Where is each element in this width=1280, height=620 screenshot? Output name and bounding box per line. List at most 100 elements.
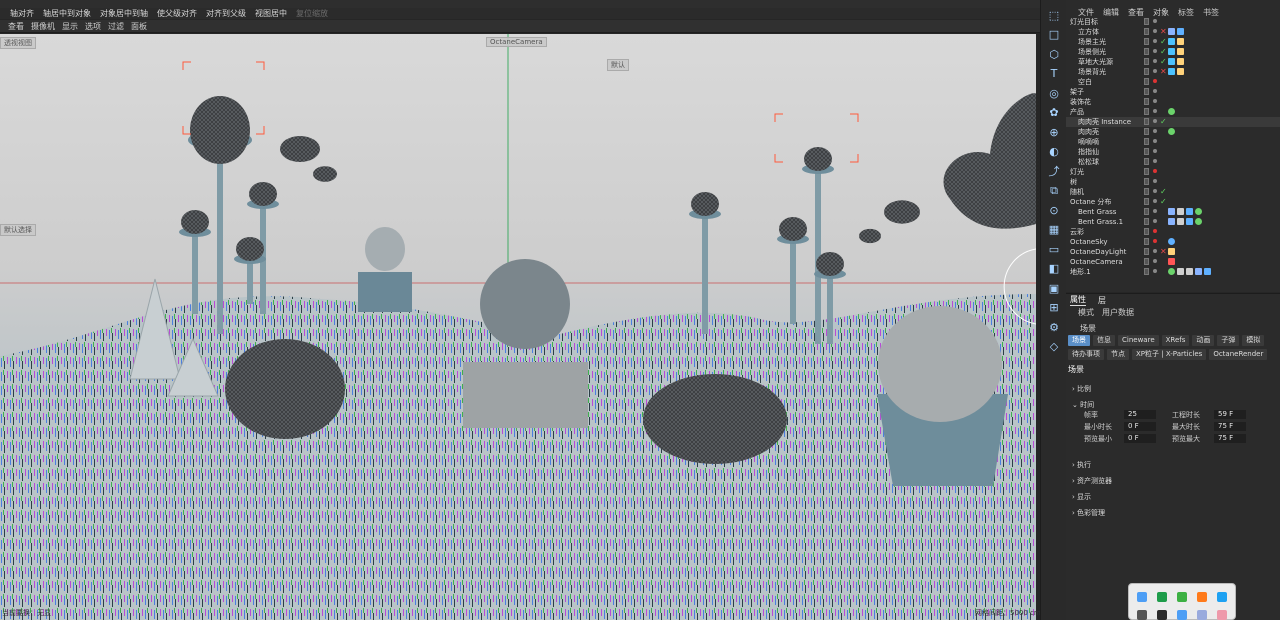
enable-check[interactable]: ✕	[1160, 27, 1167, 37]
cube-tag-icon[interactable]	[1186, 208, 1193, 215]
wechat-icon[interactable]	[1177, 592, 1187, 602]
time-value-field[interactable]: 0 F	[1124, 422, 1156, 431]
sphere-tag-icon[interactable]	[1168, 268, 1175, 275]
status-dot[interactable]	[1153, 239, 1157, 243]
viewport-menu-3[interactable]: 选项	[85, 21, 101, 32]
prism-icon[interactable]: ⬡	[1047, 47, 1061, 61]
object-row[interactable]: 空白	[1066, 77, 1280, 87]
status-dot[interactable]	[1153, 59, 1157, 63]
time-value-field[interactable]: 25	[1124, 410, 1156, 419]
light-tag-icon[interactable]	[1177, 38, 1184, 45]
visibility-toggle[interactable]	[1144, 98, 1149, 105]
text-icon[interactable]: T	[1047, 67, 1061, 81]
om-menu-5[interactable]: 书签	[1203, 7, 1219, 17]
status-dot[interactable]	[1153, 89, 1157, 93]
toolbar-item-0[interactable]: 轴对齐	[10, 8, 34, 19]
visibility-toggle[interactable]	[1144, 48, 1149, 55]
enable-check[interactable]: ✕	[1160, 67, 1167, 77]
sphere-tag-icon[interactable]	[1195, 208, 1202, 215]
bluetooth-icon[interactable]	[1177, 610, 1187, 620]
cube-tag-icon[interactable]	[1177, 28, 1184, 35]
film-icon[interactable]: ▦	[1047, 223, 1061, 237]
visibility-toggle[interactable]	[1144, 118, 1149, 125]
sphere-tag-icon[interactable]	[1168, 108, 1175, 115]
uv-tag-icon[interactable]	[1168, 28, 1175, 35]
tri-tag-icon[interactable]	[1186, 268, 1193, 275]
object-row[interactable]: Octane 分布 ✓	[1066, 197, 1280, 207]
visibility-toggle[interactable]	[1144, 248, 1149, 255]
pen-icon[interactable]	[1217, 610, 1227, 620]
status-dot[interactable]	[1153, 169, 1157, 173]
sun-tag-icon[interactable]	[1168, 248, 1175, 255]
firefox-icon[interactable]	[1197, 592, 1207, 602]
status-dot[interactable]	[1153, 119, 1157, 123]
tri-tag-icon[interactable]	[1177, 208, 1184, 215]
light-tag-icon[interactable]	[1177, 68, 1184, 75]
status-dot[interactable]	[1153, 229, 1157, 233]
viewport-menu-1[interactable]: 摄像机	[31, 21, 55, 32]
status-dot[interactable]	[1153, 79, 1157, 83]
visibility-toggle[interactable]	[1144, 208, 1149, 215]
object-row[interactable]: OctaneSky	[1066, 237, 1280, 247]
group-4[interactable]: › 显示	[1072, 492, 1091, 502]
object-row[interactable]: Bent Grass.1	[1066, 217, 1280, 227]
object-row[interactable]: 灯光	[1066, 167, 1280, 177]
edge-icon[interactable]	[1217, 592, 1227, 602]
enable-check[interactable]: ✓	[1160, 117, 1167, 127]
status-dot[interactable]	[1153, 19, 1157, 23]
object-row[interactable]: 肉肉壳	[1066, 127, 1280, 137]
object-row[interactable]: 草地大光源 ✓	[1066, 57, 1280, 67]
attr-subtab-0[interactable]: 模式	[1078, 307, 1094, 318]
object-row[interactable]: OctaneDayLight ✕	[1066, 247, 1280, 257]
time-value-field[interactable]: 0 F	[1124, 434, 1156, 443]
status-dot[interactable]	[1153, 49, 1157, 53]
target-tag-icon[interactable]	[1168, 68, 1175, 75]
status-dot[interactable]	[1153, 259, 1157, 263]
enable-check[interactable]: ✓	[1160, 197, 1167, 207]
scene-tab-5[interactable]: 子弹	[1217, 335, 1240, 346]
status-dot[interactable]	[1153, 139, 1157, 143]
enable-check[interactable]: ✕	[1160, 247, 1167, 257]
status-dot[interactable]	[1153, 219, 1157, 223]
group-0[interactable]: › 比例	[1072, 384, 1091, 394]
om-menu-4[interactable]: 标签	[1178, 7, 1194, 17]
viewport-menu-5[interactable]: 面板	[131, 21, 147, 32]
status-dot[interactable]	[1153, 209, 1157, 213]
status-dot[interactable]	[1153, 39, 1157, 43]
attr-tab-1[interactable]: 层	[1098, 295, 1106, 306]
sphere-tag-icon[interactable]	[1195, 218, 1202, 225]
toolbar-item-6[interactable]: 复位缩放	[296, 8, 328, 19]
status-dot[interactable]	[1153, 189, 1157, 193]
toolbar-item-2[interactable]: 对象居中到轴	[100, 8, 148, 19]
visibility-toggle[interactable]	[1144, 178, 1149, 185]
attr-tab-0[interactable]: 属性	[1070, 294, 1086, 306]
attr-subtab-1[interactable]: 用户数据	[1102, 307, 1134, 318]
object-row[interactable]: 灯光目标	[1066, 17, 1280, 27]
scene-tab-1[interactable]: 信息	[1093, 335, 1115, 346]
time-value-field[interactable]: 59 F	[1214, 410, 1246, 419]
status-dot[interactable]	[1153, 159, 1157, 163]
deformer-icon[interactable]: ⊕	[1047, 125, 1061, 139]
object-row[interactable]: 场景背光 ✕	[1066, 67, 1280, 77]
cube-tag-icon[interactable]	[1186, 218, 1193, 225]
shell-icon[interactable]	[1137, 610, 1147, 620]
visibility-toggle[interactable]	[1144, 108, 1149, 115]
uv-tag-icon[interactable]	[1168, 208, 1175, 215]
light-tag-icon[interactable]	[1177, 48, 1184, 55]
scene-tab-3[interactable]: XRefs	[1161, 335, 1190, 346]
visibility-toggle[interactable]	[1144, 88, 1149, 95]
object-row[interactable]: 架子	[1066, 87, 1280, 97]
om-menu-3[interactable]: 对象	[1153, 7, 1169, 17]
group-1[interactable]: ⌄ 时间	[1072, 400, 1094, 410]
scene-tab-0[interactable]: 场景	[1068, 335, 1090, 346]
visibility-toggle[interactable]	[1144, 218, 1149, 225]
uv-tag-icon[interactable]	[1195, 268, 1202, 275]
status-dot[interactable]	[1153, 69, 1157, 73]
cloner-icon[interactable]: ✿	[1047, 106, 1061, 120]
toolbar-item-3[interactable]: 使父级对齐	[157, 8, 197, 19]
object-row[interactable]: OctaneCamera	[1066, 257, 1280, 267]
viewport-menu-2[interactable]: 显示	[62, 21, 78, 32]
scene-tab-9[interactable]: XP粒子 | X-Particles	[1132, 349, 1207, 360]
visibility-toggle[interactable]	[1144, 28, 1149, 35]
time-value-field[interactable]: 75 F	[1214, 434, 1246, 443]
